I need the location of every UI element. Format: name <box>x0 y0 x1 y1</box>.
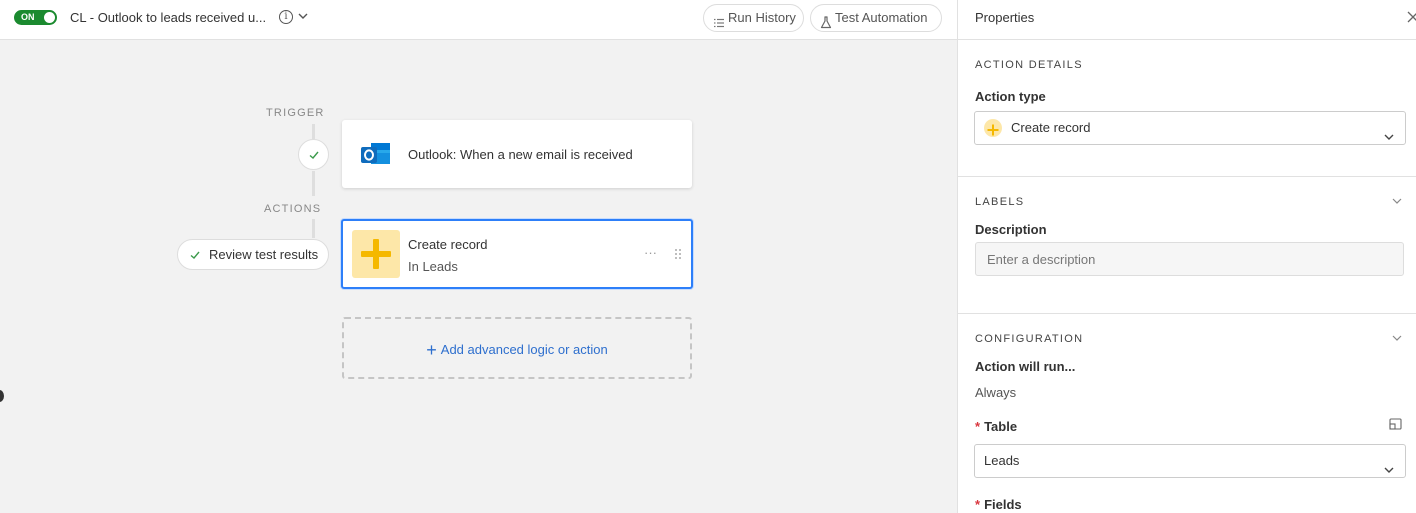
actions-section-label: ACTIONS <box>264 203 322 215</box>
plus-icon <box>361 239 391 269</box>
check-icon <box>309 151 319 159</box>
table-select[interactable]: Leads <box>974 444 1406 478</box>
run-history-button[interactable]: Run History <box>703 4 804 32</box>
action-type-select[interactable]: Create record <box>974 111 1406 145</box>
action-card-title: Create record <box>408 237 488 252</box>
chevron-down-icon <box>1384 122 1394 154</box>
labels-heading: LABELS <box>975 196 1025 208</box>
outlook-icon <box>361 140 391 171</box>
top-toolbar: ON CL - Outlook to leads received u... i… <box>0 0 957 40</box>
test-automation-label: Test Automation <box>835 10 928 25</box>
plus-icon: + <box>426 340 437 360</box>
properties-header: Properties <box>958 0 1416 40</box>
description-label: Description <box>975 222 1047 237</box>
create-record-action-card[interactable]: Create record In Leads ··· <box>341 219 693 289</box>
review-test-results-label: Review test results <box>209 247 319 262</box>
action-details-heading: ACTION DETAILS <box>975 59 1083 71</box>
chevron-down-icon[interactable] <box>1392 331 1402 346</box>
review-test-results-button[interactable]: Review test results <box>177 239 329 270</box>
section-divider <box>958 313 1416 314</box>
run-history-icon <box>713 12 725 38</box>
trigger-section-label: TRIGGER <box>266 107 325 119</box>
trigger-card-text: Outlook: When a new email is received <box>408 147 633 162</box>
trigger-card[interactable]: Outlook: When a new email is received <box>342 120 692 188</box>
section-divider <box>958 176 1416 177</box>
flask-icon <box>820 12 832 38</box>
table-label: * Table <box>975 419 1018 434</box>
expand-icon[interactable] <box>1389 418 1402 433</box>
info-icon[interactable]: i <box>279 10 293 24</box>
drag-handle-icon[interactable] <box>674 248 682 263</box>
more-options-icon[interactable]: ··· <box>644 245 657 260</box>
trigger-status-circle <box>298 139 329 170</box>
test-automation-button[interactable]: Test Automation <box>810 4 942 32</box>
action-type-value: Create record <box>1011 120 1091 135</box>
close-icon[interactable] <box>1407 11 1416 26</box>
flow-connector <box>312 171 315 196</box>
chevron-down-icon[interactable] <box>1392 194 1402 209</box>
action-will-run-label: Action will run... <box>975 359 1076 374</box>
properties-panel: Properties ACTION DETAILS Action type Cr… <box>957 0 1416 513</box>
edge-handle[interactable] <box>0 390 4 402</box>
action-icon-tile <box>352 230 400 278</box>
fields-label: * Fields <box>975 497 1022 512</box>
properties-title: Properties <box>975 10 1035 25</box>
action-card-subtitle: In Leads <box>408 259 458 274</box>
action-will-run-value: Always <box>975 385 1017 400</box>
automation-on-toggle[interactable]: ON <box>14 10 57 25</box>
automation-canvas: ON CL - Outlook to leads received u... i… <box>0 0 957 513</box>
toggle-label: ON <box>21 12 35 22</box>
configuration-heading: CONFIGURATION <box>975 333 1084 345</box>
action-type-label: Action type <box>975 89 1046 104</box>
add-advanced-logic-button[interactable]: + Add advanced logic or action <box>342 317 692 379</box>
flow-connector <box>312 124 315 139</box>
description-input[interactable] <box>975 242 1404 276</box>
run-history-label: Run History <box>728 10 796 25</box>
toggle-knob <box>44 12 55 23</box>
table-value: Leads <box>984 453 1020 468</box>
automation-title[interactable]: CL - Outlook to leads received u... <box>70 10 266 25</box>
required-marker: * <box>975 497 981 512</box>
flow-connector <box>312 219 315 238</box>
plus-icon <box>984 119 1002 137</box>
chevron-down-icon[interactable] <box>297 9 309 26</box>
chevron-down-icon <box>1384 455 1394 487</box>
required-marker: * <box>975 419 981 434</box>
add-action-label: Add advanced logic or action <box>440 342 608 357</box>
check-icon <box>190 251 200 259</box>
